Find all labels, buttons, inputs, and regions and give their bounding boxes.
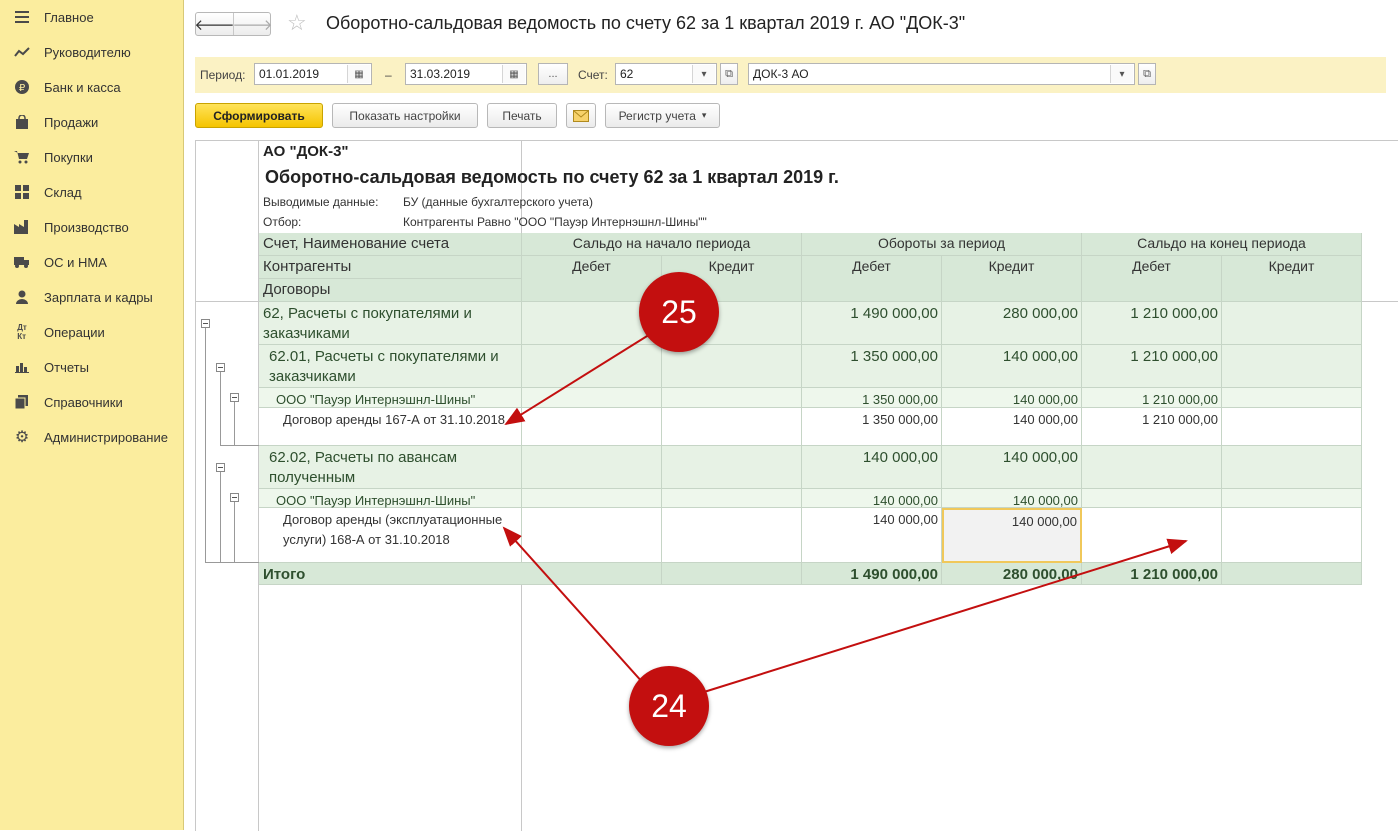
sidebar-item-main[interactable]: Главное <box>0 0 183 34</box>
sidebar-item-operations[interactable]: Дт Кт Операции <box>0 315 183 349</box>
arrow-24-left <box>502 526 645 685</box>
sidebar-item-production[interactable]: Производство <box>0 210 183 244</box>
annotation-marker-24: 24 <box>629 666 709 746</box>
books-icon <box>14 394 30 410</box>
sidebar-item-admin[interactable]: ⚙ Администрирование <box>0 420 183 454</box>
menu-icon <box>14 9 30 25</box>
sidebar-item-references[interactable]: Справочники <box>0 385 183 419</box>
sidebar-item-label: ОС и НМА <box>44 254 107 270</box>
annotation-marker-25: 25 <box>639 272 719 352</box>
sidebar-item-label: Покупки <box>44 149 93 165</box>
sidebar-item-label: Склад <box>44 184 82 200</box>
sidebar-item-reports[interactable]: Отчеты <box>0 350 183 384</box>
sidebar-item-bank[interactable]: ₽ Банк и касса <box>0 70 183 104</box>
sidebar-item-salary[interactable]: Зарплата и кадры <box>0 280 183 314</box>
factory-icon <box>14 219 30 235</box>
sidebar-item-label: Отчеты <box>44 359 89 375</box>
sidebar-item-label: Банк и касса <box>44 79 121 95</box>
trend-icon <box>14 44 30 60</box>
sidebar-item-warehouse[interactable]: Склад <box>0 175 183 209</box>
arrow-24-right <box>703 538 1188 693</box>
sidebar: Главное Руководителю ₽ Банк и касса Прод… <box>0 0 184 830</box>
svg-text:₽: ₽ <box>19 83 26 94</box>
arrow-25 <box>504 327 661 426</box>
sidebar-item-label: Администрирование <box>44 429 168 445</box>
dt-kt-icon: Дт Кт <box>17 323 27 341</box>
sidebar-item-label: Зарплата и кадры <box>44 289 153 305</box>
annotation-arrows <box>502 327 1188 693</box>
truck-icon <box>14 254 30 270</box>
grid-icon <box>14 184 30 200</box>
ruble-icon: ₽ <box>14 79 30 95</box>
sidebar-item-fixed-assets[interactable]: ОС и НМА <box>0 245 183 279</box>
sidebar-item-sales[interactable]: Продажи <box>0 105 183 139</box>
sidebar-item-label: Операции <box>44 324 105 340</box>
bag-icon <box>14 114 30 130</box>
sidebar-item-label: Продажи <box>44 114 99 130</box>
gear-icon: ⚙ <box>14 429 30 446</box>
sidebar-item-label: Руководителю <box>44 44 131 60</box>
sidebar-item-purchases[interactable]: Покупки <box>0 140 183 174</box>
sidebar-item-label: Производство <box>44 219 129 235</box>
sidebar-item-label: Справочники <box>44 394 123 410</box>
cart-icon <box>14 149 30 165</box>
sidebar-item-manager[interactable]: Руководителю <box>0 35 183 69</box>
sidebar-item-label: Главное <box>44 9 94 25</box>
person-icon <box>14 289 30 305</box>
bar-chart-icon <box>14 359 30 375</box>
main-area: 🡐 🡒 ☆ Оборотно-сальдовая ведомость по сч… <box>184 0 1398 831</box>
